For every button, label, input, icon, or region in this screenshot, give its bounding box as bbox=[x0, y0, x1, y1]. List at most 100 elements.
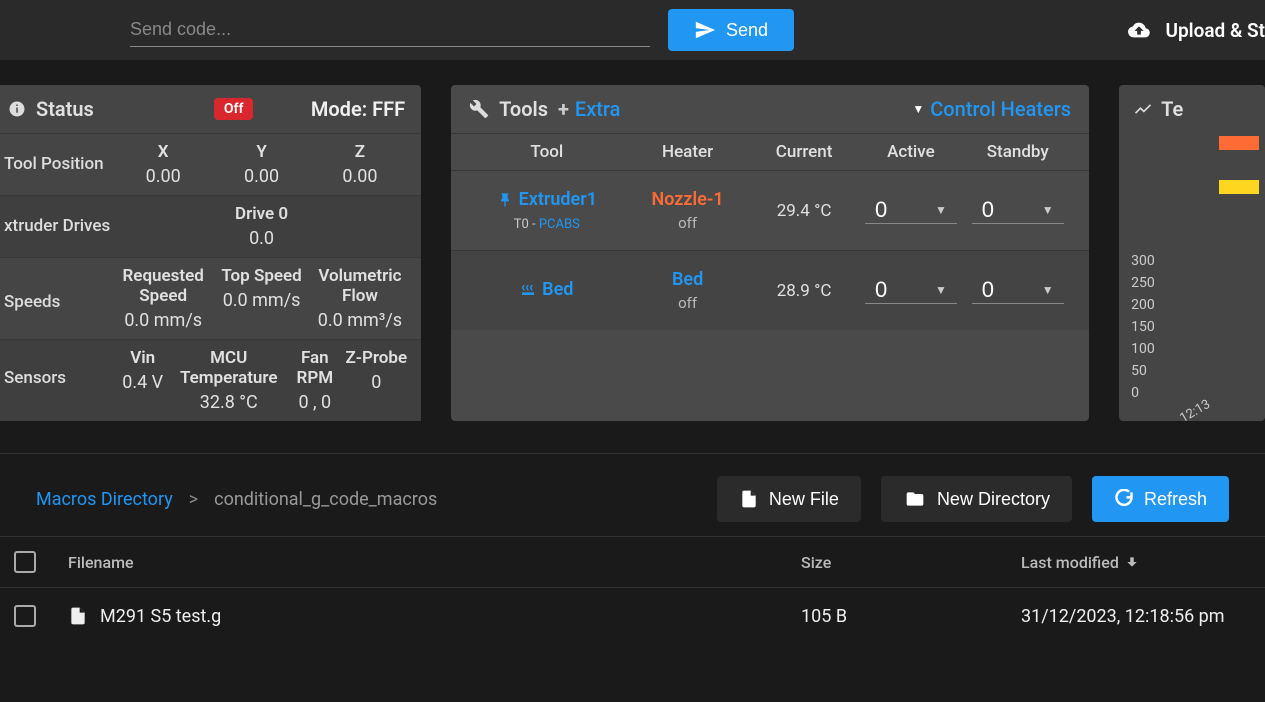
pin-icon bbox=[497, 192, 513, 208]
axis-y-heading: Y bbox=[212, 142, 310, 162]
material-link[interactable]: PCABS bbox=[539, 217, 580, 232]
speeds-label: Speeds bbox=[4, 266, 114, 331]
upload-label: Upload & St bbox=[1165, 19, 1265, 42]
cloud-upload-icon bbox=[1125, 19, 1153, 41]
heater-state: off bbox=[624, 214, 750, 232]
new-file-button[interactable]: New File bbox=[717, 476, 861, 522]
caret-down-icon[interactable]: ▼ bbox=[1042, 283, 1054, 297]
refresh-icon bbox=[1114, 489, 1134, 509]
info-icon bbox=[8, 100, 26, 118]
caret-down-icon: ▼ bbox=[912, 102, 924, 116]
tool-link-bed[interactable]: Bed bbox=[520, 279, 573, 300]
tool-row: Bed Bed off 28.9 °C ▼ ▼ bbox=[451, 250, 1089, 330]
row-checkbox[interactable] bbox=[14, 605, 36, 627]
drive0-heading: Drive 0 bbox=[114, 204, 409, 224]
col-standby: Standby bbox=[964, 142, 1071, 162]
plus-icon[interactable]: + bbox=[558, 97, 569, 121]
standby-temp-select[interactable]: ▼ bbox=[972, 277, 1064, 304]
send-button[interactable]: Send bbox=[668, 9, 794, 51]
tool-link-extruder1[interactable]: Extruder1 bbox=[497, 189, 597, 210]
axis-x-value: 0.00 bbox=[114, 166, 212, 187]
active-temp-input[interactable] bbox=[875, 277, 935, 303]
tools-panel: Tools + Extra ▼ Control Heaters Tool Hea… bbox=[451, 85, 1089, 421]
volumetric-flow-value: 0.0 mm³/s bbox=[311, 310, 409, 331]
standby-temp-input[interactable] bbox=[982, 277, 1042, 303]
standby-temp-input[interactable] bbox=[982, 197, 1042, 223]
refresh-label: Refresh bbox=[1144, 489, 1207, 510]
caret-down-icon[interactable]: ▼ bbox=[935, 203, 947, 217]
caret-down-icon[interactable]: ▼ bbox=[935, 283, 947, 297]
control-heaters-label: Control Heaters bbox=[930, 97, 1071, 121]
heater-state: off bbox=[624, 294, 750, 312]
mode-label: Mode: FFF bbox=[311, 97, 405, 121]
col-heater: Heater bbox=[624, 142, 750, 162]
upload-start-button[interactable]: Upload & St bbox=[1125, 19, 1265, 42]
tool-row: Extruder1 T0 - PCABS Nozzle-1 off 29.4 °… bbox=[451, 170, 1089, 250]
table-row[interactable]: M291 S5 test.g 105 B 31/12/2023, 12:18:5… bbox=[0, 588, 1265, 644]
sort-desc-icon bbox=[1125, 555, 1139, 569]
active-temp-select[interactable]: ▼ bbox=[865, 277, 957, 304]
status-badge: Off bbox=[214, 98, 254, 120]
status-heading: Status bbox=[36, 97, 94, 121]
axis-z-heading: Z bbox=[311, 142, 409, 162]
active-temp-input[interactable] bbox=[875, 197, 935, 223]
current-temp: 28.9 °C bbox=[751, 281, 858, 301]
top-speed-heading: Top Speed bbox=[212, 266, 310, 286]
col-active: Active bbox=[858, 142, 965, 162]
select-all-checkbox[interactable] bbox=[14, 551, 36, 573]
col-current: Current bbox=[751, 142, 858, 162]
requested-speed-value: 0.0 mm/s bbox=[114, 310, 212, 331]
fan-rpm-value: 0 , 0 bbox=[286, 392, 343, 413]
tool-name: Bed bbox=[542, 279, 573, 300]
new-dir-label: New Directory bbox=[937, 489, 1050, 510]
breadcrumb-root[interactable]: Macros Directory bbox=[36, 489, 173, 510]
tool-sub-prefix: T0 - bbox=[514, 217, 539, 232]
send-label: Send bbox=[726, 20, 768, 41]
zprobe-heading: Z-Probe bbox=[344, 348, 410, 368]
legend-swatch bbox=[1219, 136, 1259, 150]
gcode-input[interactable] bbox=[130, 13, 650, 46]
active-temp-select[interactable]: ▼ bbox=[865, 197, 957, 224]
new-file-label: New File bbox=[769, 489, 839, 510]
mcu-temp-value: 32.8 °C bbox=[171, 392, 286, 413]
wrench-icon bbox=[469, 99, 489, 119]
zprobe-value: 0 bbox=[344, 372, 410, 393]
chart-icon bbox=[1133, 99, 1153, 119]
axis-y-value: 0.00 bbox=[212, 166, 310, 187]
current-temp: 29.4 °C bbox=[751, 201, 858, 221]
axis-x-heading: X bbox=[114, 142, 212, 162]
fan-rpm-heading: Fan RPM bbox=[286, 348, 343, 388]
status-panel: Status Off Mode: FFF Tool Position X0.00… bbox=[0, 85, 421, 421]
tools-heading: Tools bbox=[499, 97, 548, 121]
temp-heading: Te bbox=[1161, 97, 1183, 121]
standby-temp-select[interactable]: ▼ bbox=[972, 197, 1064, 224]
sensors-label: Sensors bbox=[4, 348, 114, 413]
control-heaters-dropdown[interactable]: ▼ Control Heaters bbox=[912, 97, 1071, 121]
vin-heading: Vin bbox=[114, 348, 171, 368]
heater-link-nozzle[interactable]: Nozzle-1 bbox=[624, 189, 750, 210]
file-size: 105 B bbox=[801, 606, 1021, 627]
files-panel: Macros Directory > conditional_g_code_ma… bbox=[0, 453, 1265, 644]
file-plus-icon bbox=[739, 488, 759, 510]
file-name: M291 S5 test.g bbox=[100, 606, 221, 627]
legend-swatch bbox=[1219, 180, 1259, 194]
file-modified: 31/12/2023, 12:18:56 pm bbox=[1021, 606, 1251, 627]
heater-link-bed[interactable]: Bed bbox=[624, 269, 750, 290]
drive0-value: 0.0 bbox=[114, 228, 409, 249]
col-last-modified[interactable]: Last modified bbox=[1021, 553, 1251, 572]
col-size[interactable]: Size bbox=[801, 553, 1021, 572]
col-filename[interactable]: Filename bbox=[64, 553, 801, 572]
file-icon bbox=[68, 604, 88, 628]
breadcrumb-separator: > bbox=[189, 489, 198, 510]
axis-z-value: 0.00 bbox=[311, 166, 409, 187]
chart-y-axis: 300 250 200 150 100 50 0 bbox=[1131, 253, 1155, 407]
caret-down-icon[interactable]: ▼ bbox=[1042, 203, 1054, 217]
new-directory-button[interactable]: New Directory bbox=[881, 476, 1072, 522]
folder-plus-icon bbox=[903, 489, 927, 509]
chart-x-tick: 12:13 bbox=[1178, 397, 1214, 421]
breadcrumb: Macros Directory > conditional_g_code_ma… bbox=[0, 453, 1265, 536]
temperature-chart-panel: Te 300 250 200 150 100 50 0 12:13 bbox=[1119, 85, 1265, 421]
refresh-button[interactable]: Refresh bbox=[1092, 476, 1229, 522]
top-speed-value: 0.0 mm/s bbox=[212, 290, 310, 311]
extra-link[interactable]: Extra bbox=[575, 97, 621, 121]
